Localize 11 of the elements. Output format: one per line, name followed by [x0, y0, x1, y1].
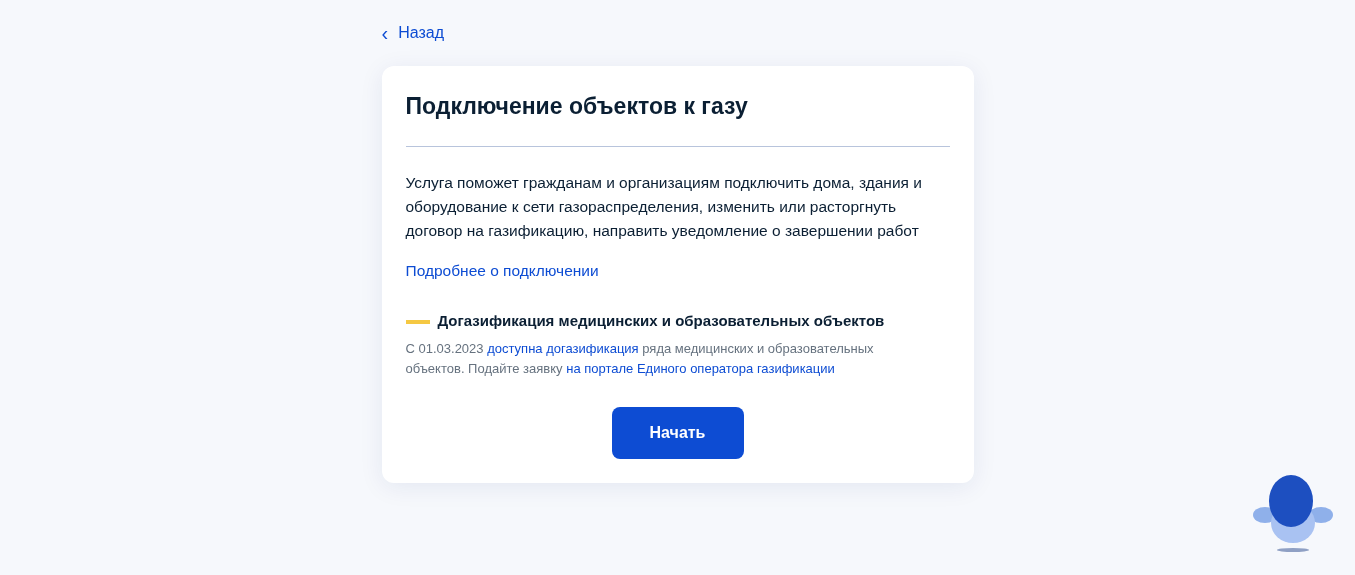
back-link[interactable]: ‹ Назад	[381, 18, 444, 48]
details-link[interactable]: Подробнее о подключении	[405, 259, 599, 283]
back-label: Назад	[398, 23, 444, 43]
start-button[interactable]: Начать	[611, 406, 744, 459]
card-title: Подключение объектов к газу	[405, 92, 749, 121]
notice-text: С 01.03.2023 доступна догазификация ряда медицинских и образовательных объектов. Подайте заявку на портале Единого оператора газификации	[405, 339, 875, 378]
notice-link[interactable]: на портале Единого оператора газификации	[566, 360, 835, 376]
back-icon: ‹	[381, 18, 389, 48]
description-text: Услуга поможет гражданам и организациям подключить дома, здания и оборудование к сети газораспределения, изменить или расторгнуть договор на газификацию, направить уведомление о завершении работ	[405, 173, 923, 241]
notice-title: Догазификация медицинских и образовательных объектов	[437, 311, 885, 332]
notice-link[interactable]: доступна догазификация	[487, 340, 639, 356]
